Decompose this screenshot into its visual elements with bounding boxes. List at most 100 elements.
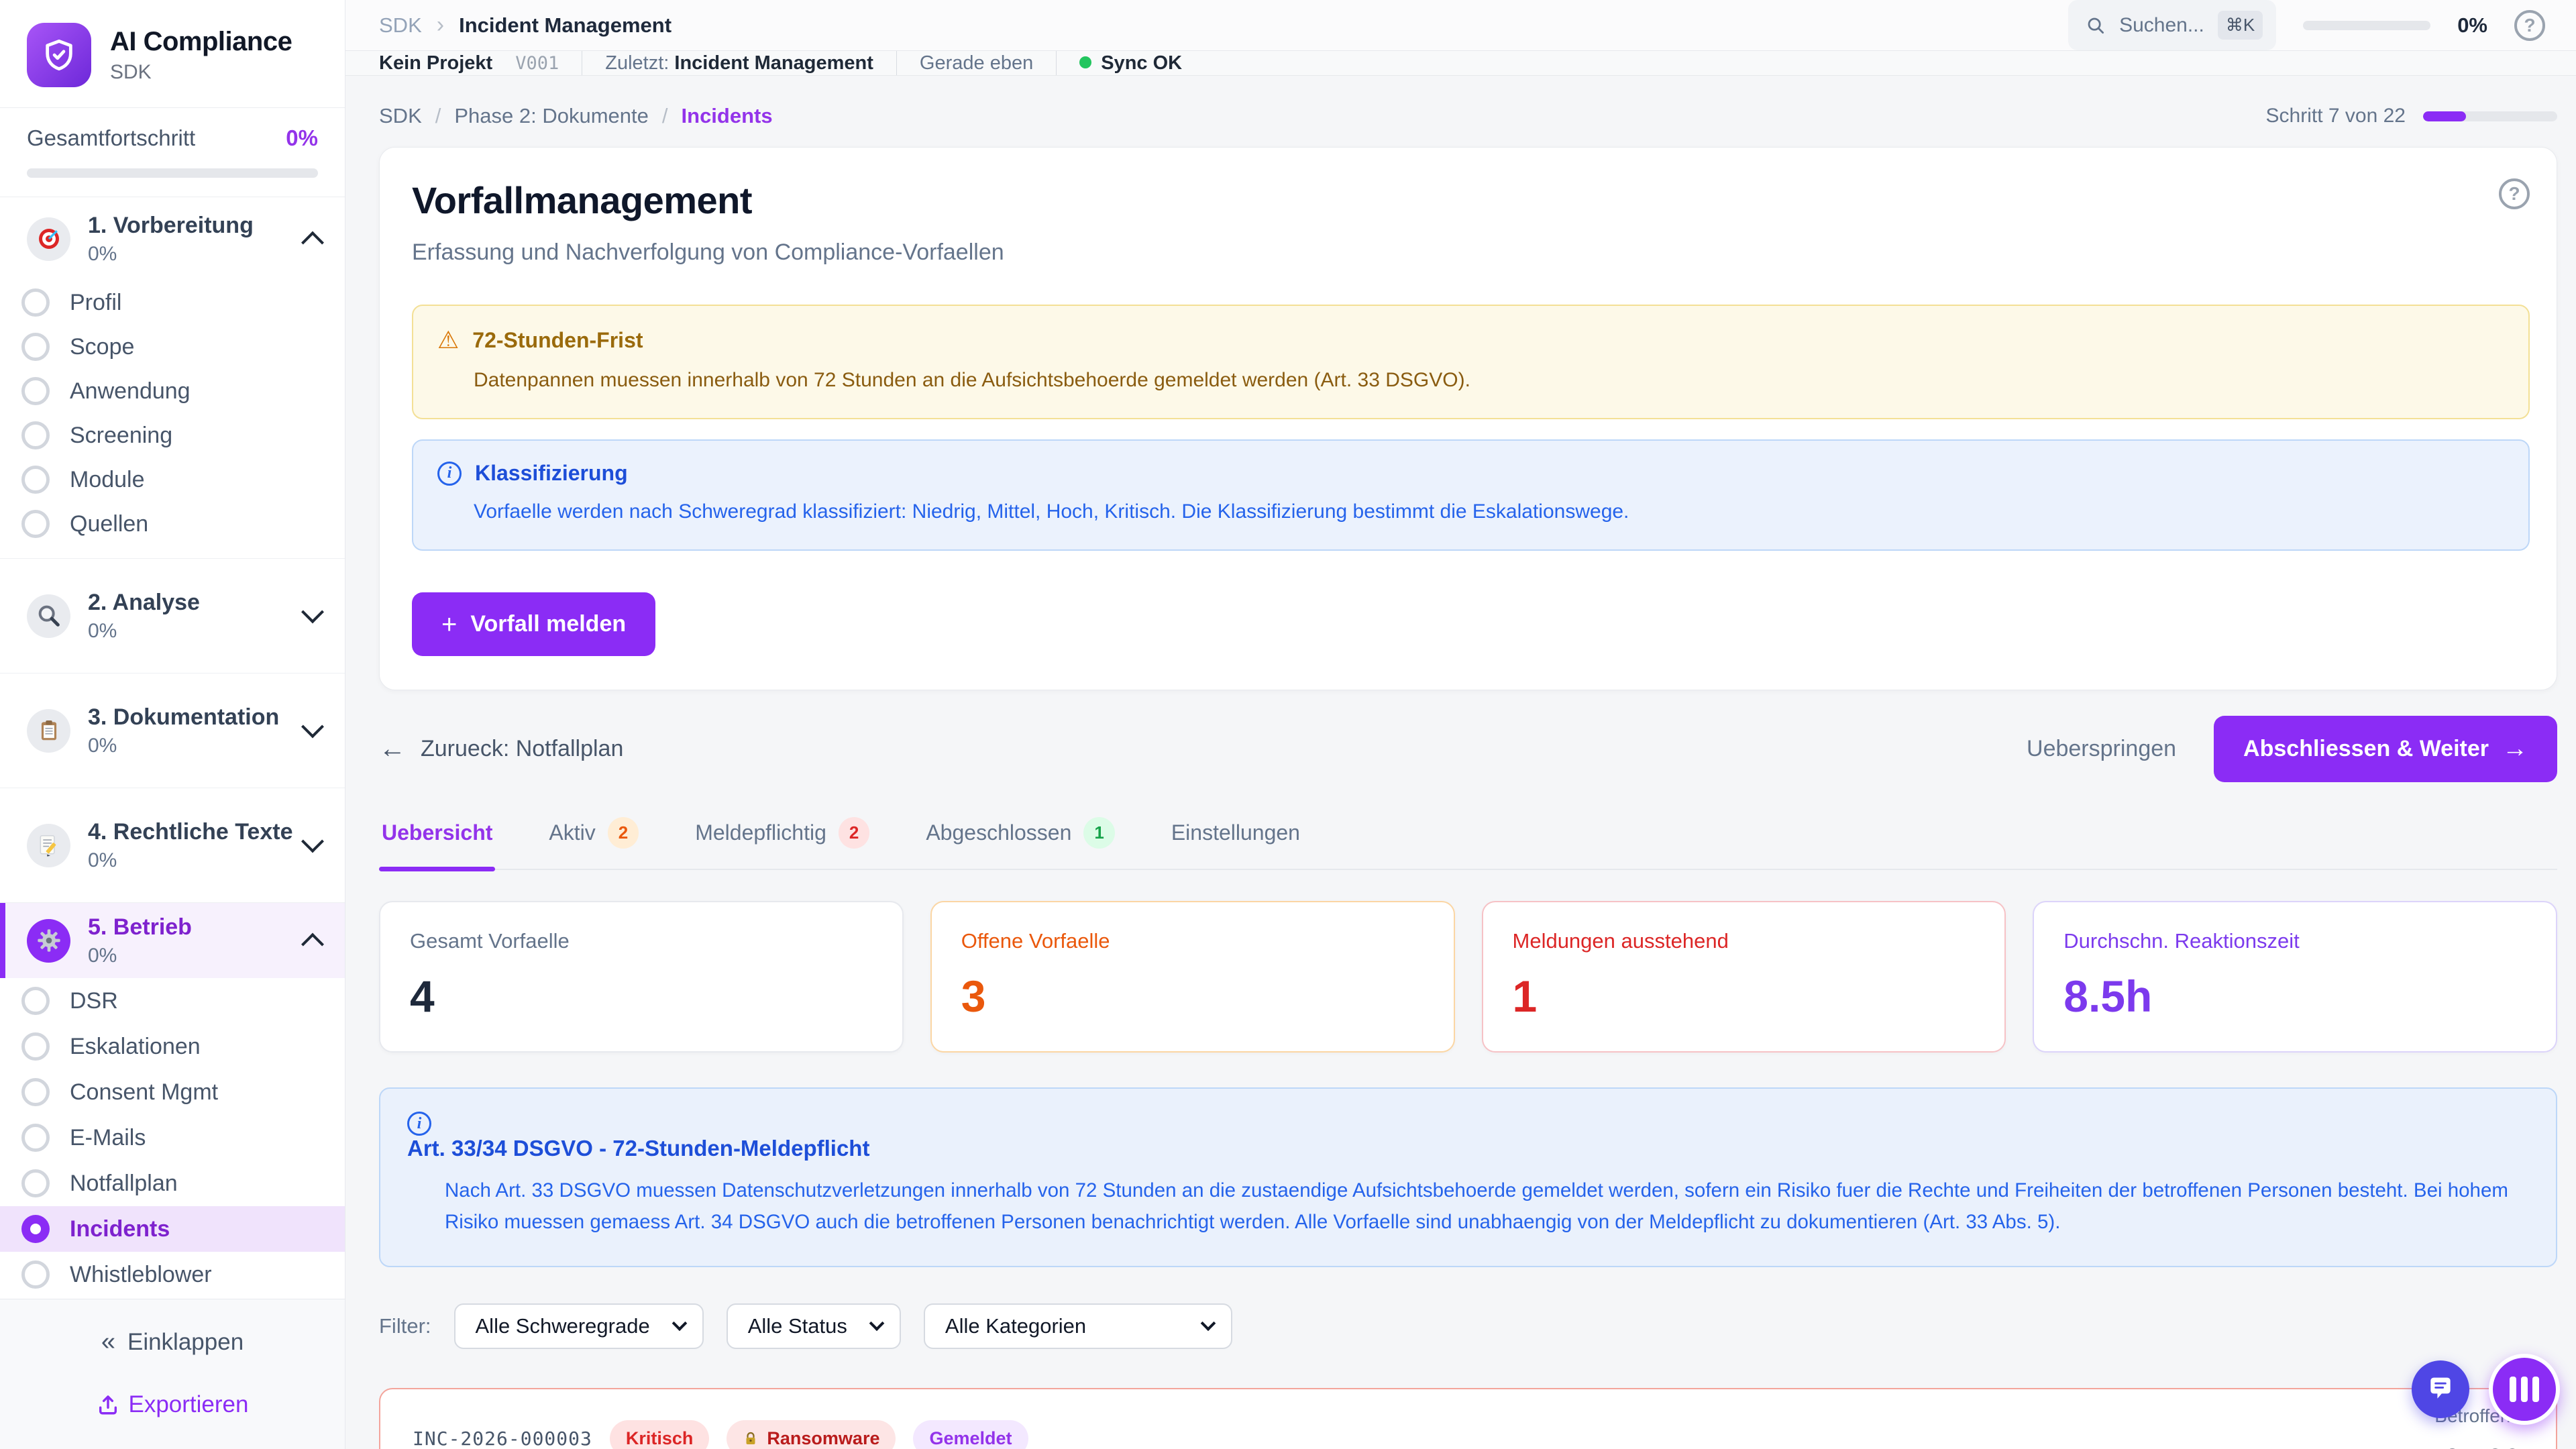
sidebar-item-label: Scope xyxy=(70,334,134,360)
board-view-fab-button[interactable] xyxy=(2489,1354,2560,1425)
radio-icon xyxy=(21,1078,50,1106)
report-incident-button[interactable]: + Vorfall melden xyxy=(412,592,655,656)
section-header-rechtliche-texte[interactable]: 4. Rechtliche Texte 0% xyxy=(0,788,345,902)
section-pct: 0% xyxy=(88,849,305,872)
breadcrumb-root[interactable]: SDK xyxy=(379,13,422,38)
stat-label: Durchschn. Reaktionszeit xyxy=(2063,929,2526,953)
section-title: 5. Betrieb xyxy=(88,914,192,940)
chevron-down-icon xyxy=(869,1316,885,1332)
filter-row: Filter: Alle Schweregrade Alle Status Al… xyxy=(379,1303,2557,1349)
chat-fab-button[interactable] xyxy=(2412,1360,2469,1418)
status-filter-select[interactable]: Alle Status xyxy=(727,1303,901,1349)
radio-icon xyxy=(21,377,50,405)
chevron-down-icon xyxy=(301,715,324,738)
wizard-nav-row: ← Zurueck: Notfallplan Ueberspringen Abs… xyxy=(379,716,2557,782)
step-label: Schritt 7 von 22 xyxy=(2266,105,2406,127)
classification-title: Klassifizierung xyxy=(475,461,628,486)
app-title: AI Compliance xyxy=(110,27,292,57)
tab-abgeschlossen[interactable]: Abgeschlossen 1 xyxy=(923,810,1118,869)
sidebar-item-dsr[interactable]: DSR xyxy=(0,978,345,1024)
sidebar-item-consent-mgmt[interactable]: Consent Mgmt xyxy=(0,1069,345,1115)
tab-meldepflichtig[interactable]: Meldepflichtig 2 xyxy=(692,810,872,869)
sidebar-footer: «Einklappen Exportieren xyxy=(0,1299,345,1449)
last-value: Incident Management xyxy=(674,52,873,74)
tab-uebersicht[interactable]: Uebersicht xyxy=(379,810,495,869)
sidebar-nav: 1. Vorbereitung 0% Profil Scope Anwendun… xyxy=(0,197,345,1299)
page-content: SDK / Phase 2: Dokumente / Incidents Sch… xyxy=(345,76,2576,1449)
sidebar-item-whistleblower[interactable]: Whistleblower xyxy=(0,1252,345,1297)
export-button[interactable]: Exportieren xyxy=(0,1391,345,1418)
export-label: Exportieren xyxy=(129,1391,249,1417)
sidebar-item-label: E-Mails xyxy=(70,1125,146,1151)
sidebar-item-label: Module xyxy=(70,467,145,493)
category-filter-select[interactable]: Alle Kategorien xyxy=(924,1303,1232,1349)
skip-button[interactable]: Ueberspringen xyxy=(2027,736,2176,762)
app-subtitle: SDK xyxy=(110,61,292,84)
last-saved-time: Gerade eben xyxy=(920,52,1033,74)
sidebar-section-dokumentation: 3. Dokumentation 0% xyxy=(0,674,345,788)
sidebar-item-quellen[interactable]: Quellen xyxy=(0,502,345,546)
breadcrumb-current: Incident Management xyxy=(459,13,672,38)
stat-card-pending-reports: Meldungen ausstehend 1 xyxy=(1482,901,2006,1053)
incident-list-item[interactable]: INC-2026-000003 Kritisch Ransomware Geme… xyxy=(379,1388,2557,1449)
divider xyxy=(1056,51,1057,75)
sidebar-item-label: Incidents xyxy=(70,1216,170,1242)
breadcrumb-phase[interactable]: Phase 2: Dokumente xyxy=(454,104,649,128)
section-pct: 0% xyxy=(88,945,305,967)
tab-aktiv[interactable]: Aktiv 2 xyxy=(546,810,641,869)
severity-filter-select[interactable]: Alle Schweregrade xyxy=(454,1303,704,1349)
tab-label: Meldepflichtig xyxy=(695,820,826,845)
sidebar-item-notfallplan[interactable]: Notfallplan xyxy=(0,1161,345,1206)
tab-label: Abgeschlossen xyxy=(926,820,1071,845)
section-header-dokumentation[interactable]: 3. Dokumentation 0% xyxy=(0,674,345,788)
sidebar-item-label: DSR xyxy=(70,988,118,1014)
section-pct: 0% xyxy=(88,243,305,266)
radio-icon xyxy=(21,1124,50,1152)
warning-text: Datenpannen muessen innerhalb von 72 Stu… xyxy=(437,365,2504,395)
tab-label: Uebersicht xyxy=(382,820,492,845)
stat-value: 3 xyxy=(961,971,1424,1022)
sidebar-item-scope[interactable]: Scope xyxy=(0,325,345,369)
sidebar-item-emails[interactable]: E-Mails xyxy=(0,1115,345,1161)
search-input[interactable]: Suchen... ⌘K xyxy=(2068,0,2276,50)
sidebar-section-vorbereitung: 1. Vorbereitung 0% Profil Scope Anwendun… xyxy=(0,197,345,559)
sidebar-item-label: Eskalationen xyxy=(70,1034,201,1060)
sidebar-item-eskalationen[interactable]: Eskalationen xyxy=(0,1024,345,1069)
sidebar-item-incidents[interactable]: Incidents xyxy=(0,1206,345,1252)
section-header-betrieb[interactable]: 5. Betrieb 0% xyxy=(0,903,345,978)
section-header-analyse[interactable]: 2. Analyse 0% xyxy=(0,559,345,673)
sidebar-item-module[interactable]: Module xyxy=(0,458,345,502)
back-link[interactable]: ← Zurueck: Notfallplan xyxy=(379,734,623,764)
severity-badge: Kritisch xyxy=(610,1420,710,1449)
stat-card-open: Offene Vorfaelle 3 xyxy=(930,901,1455,1053)
card-help-icon[interactable]: ? xyxy=(2499,178,2530,209)
radio-icon xyxy=(21,1169,50,1197)
selected-severity: Alle Schweregrade xyxy=(476,1314,650,1338)
status-badge: Gemeldet xyxy=(913,1420,1028,1449)
sidebar-item-anwendung[interactable]: Anwendung xyxy=(0,369,345,413)
chevron-up-icon xyxy=(301,933,324,956)
section-pct: 0% xyxy=(88,620,305,643)
deadline-warning-note: ⚠ 72-Stunden-Frist Datenpannen muessen i… xyxy=(412,305,2530,419)
breadcrumb-sdk[interactable]: SDK xyxy=(379,104,422,128)
info-icon: i xyxy=(407,1112,431,1136)
overall-progress-value: 0% xyxy=(286,125,318,151)
tab-count-badge: 2 xyxy=(839,817,869,849)
help-icon[interactable]: ? xyxy=(2514,10,2545,41)
warning-icon: ⚠ xyxy=(437,326,459,354)
complete-next-button[interactable]: Abschliessen & Weiter → xyxy=(2214,716,2557,782)
tab-label: Einstellungen xyxy=(1171,820,1300,845)
stat-label: Gesamt Vorfaelle xyxy=(410,929,873,953)
section-header-vorbereitung[interactable]: 1. Vorbereitung 0% xyxy=(0,197,345,280)
classification-info-note: i Klassifizierung Vorfaelle werden nach … xyxy=(412,439,2530,551)
tab-einstellungen[interactable]: Einstellungen xyxy=(1169,810,1303,869)
stat-label: Meldungen ausstehend xyxy=(1513,929,1976,953)
report-incident-label: Vorfall melden xyxy=(470,611,626,637)
step-progress-bar xyxy=(2423,111,2557,121)
gear-icon xyxy=(27,919,70,963)
sidebar-item-label: Notfallplan xyxy=(70,1171,178,1197)
collapse-sidebar-button[interactable]: «Einklappen xyxy=(0,1328,345,1356)
gdpr-note-title: Art. 33/34 DSGVO - 72-Stunden-Meldepflic… xyxy=(407,1136,869,1161)
sidebar-item-profil[interactable]: Profil xyxy=(0,280,345,325)
sidebar-item-screening[interactable]: Screening xyxy=(0,413,345,458)
